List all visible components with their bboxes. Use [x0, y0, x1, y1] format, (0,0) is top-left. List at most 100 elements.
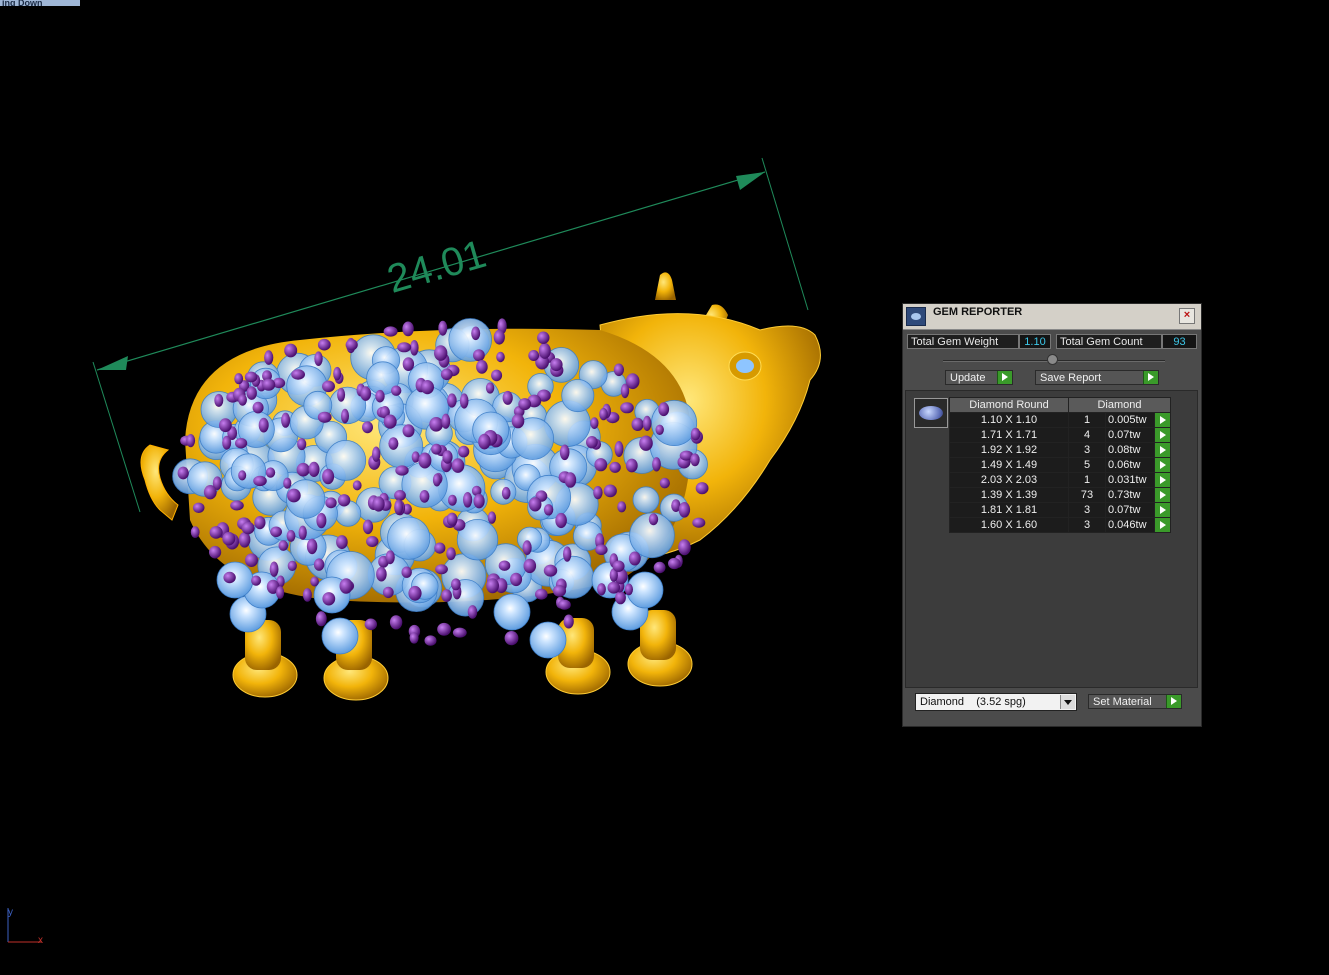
table-row[interactable]: 1.92 X 1.92 3 0.08tw — [949, 442, 1171, 458]
prong-bead — [382, 586, 394, 599]
prong-bead — [397, 342, 412, 353]
prong-bead — [402, 321, 414, 337]
chevron-down-icon[interactable] — [1060, 695, 1075, 709]
prong-bead — [432, 473, 441, 487]
gem-stone[interactable] — [448, 318, 493, 362]
gem-count: 1 — [1068, 472, 1106, 488]
prong-bead — [395, 465, 409, 476]
prong-bead — [322, 592, 336, 606]
prong-bead — [478, 433, 491, 450]
prong-bead — [316, 512, 327, 529]
prong-bead — [286, 530, 296, 542]
row-select-icon[interactable] — [1154, 412, 1171, 428]
collapse-handle[interactable] — [1047, 354, 1058, 365]
prong-bead — [467, 605, 478, 619]
row-select-icon[interactable] — [1154, 487, 1171, 503]
table-row[interactable]: 1.39 X 1.39 73 0.73tw — [949, 487, 1171, 503]
prong-bead — [658, 402, 670, 417]
prong-bead — [308, 461, 320, 477]
prong-bead — [537, 331, 550, 344]
prong-bead — [366, 536, 379, 547]
prong-bead — [315, 611, 327, 627]
set-material-button[interactable]: Set Material — [1088, 694, 1182, 709]
prong-bead — [613, 363, 625, 377]
gem-stone[interactable] — [651, 399, 698, 446]
prong-bead — [563, 546, 572, 562]
update-button[interactable]: Update — [945, 370, 1013, 385]
prong-bead — [504, 631, 519, 646]
row-select-icon[interactable] — [1154, 502, 1171, 518]
update-button-label: Update — [950, 372, 986, 384]
prong-bead — [325, 497, 337, 509]
prong-bead — [476, 360, 488, 374]
prong-bead — [441, 413, 451, 429]
prong-bead — [264, 350, 274, 365]
prong-bead — [559, 444, 570, 461]
prong-bead — [543, 504, 554, 516]
prong-bead — [435, 564, 448, 575]
save-report-button[interactable]: Save Report — [1035, 370, 1159, 385]
table-row[interactable]: 1.10 X 1.10 1 0.005tw — [949, 412, 1171, 428]
prong-bead — [339, 578, 353, 594]
prong-bead — [298, 525, 307, 540]
prong-bead — [418, 452, 432, 469]
prong-bead — [296, 462, 310, 477]
row-select-icon[interactable] — [1154, 442, 1171, 458]
prong-bead — [333, 366, 342, 381]
prong-bead — [528, 350, 540, 361]
material-select[interactable]: Diamond (3.52 spg) — [915, 693, 1077, 711]
prong-bead — [631, 417, 644, 431]
prong-bead — [278, 540, 289, 551]
prong-bead — [594, 458, 608, 472]
prong-bead — [391, 385, 402, 396]
gem-weight: 0.005tw — [1105, 412, 1155, 428]
gem-stone[interactable] — [529, 621, 567, 659]
gem-stone[interactable] — [561, 379, 595, 413]
prong-bead — [360, 386, 372, 401]
prong-bead — [593, 486, 603, 500]
prong-bead — [383, 414, 397, 429]
gem-reporter-titlebar[interactable]: GEM REPORTER × — [903, 304, 1201, 330]
table-row[interactable]: 2.03 X 2.03 1 0.031tw — [949, 472, 1171, 488]
prong-bead — [375, 389, 385, 403]
gem-table: Diamond Round Diamond 1.10 X 1.10 1 0.005t… — [949, 397, 1171, 533]
prong-bead — [401, 566, 412, 578]
prong-bead — [429, 417, 444, 432]
table-row[interactable]: 1.49 X 1.49 5 0.06tw — [949, 457, 1171, 473]
gem-weight: 0.07tw — [1105, 502, 1155, 518]
prong-bead — [219, 418, 232, 433]
prong-bead — [678, 539, 691, 556]
row-select-icon[interactable] — [1154, 457, 1171, 473]
row-select-icon[interactable] — [1154, 427, 1171, 443]
gem-count: 3 — [1068, 517, 1106, 533]
prong-bead — [313, 558, 325, 571]
prong-bead — [270, 526, 282, 538]
close-icon[interactable]: × — [1179, 308, 1195, 324]
prong-bead — [668, 557, 681, 570]
gem-stone[interactable] — [493, 593, 531, 631]
table-row[interactable]: 1.71 X 1.71 4 0.07tw — [949, 427, 1171, 443]
gem-stone[interactable] — [632, 486, 660, 514]
diamond-round-icon[interactable] — [914, 398, 948, 428]
prong-bead — [251, 575, 262, 586]
row-select-icon[interactable] — [1154, 517, 1171, 533]
prong-bead — [419, 490, 430, 503]
gem-count: 3 — [1068, 442, 1106, 458]
prong-bead — [438, 320, 448, 336]
prong-bead — [441, 589, 452, 602]
prong-bead — [523, 558, 537, 574]
table-row[interactable]: 1.81 X 1.81 3 0.07tw — [949, 502, 1171, 518]
gem-stone[interactable] — [321, 617, 359, 655]
table-row[interactable]: 1.60 X 1.60 3 0.046tw — [949, 517, 1171, 533]
prong-bead — [244, 371, 258, 383]
prong-bead — [648, 513, 659, 526]
prong-bead — [284, 343, 298, 358]
gem-reporter-app-icon — [906, 307, 926, 326]
row-select-icon[interactable] — [1154, 472, 1171, 488]
prong-bead — [543, 564, 558, 577]
prong-bead — [597, 583, 606, 596]
gem-weight: 0.031tw — [1105, 472, 1155, 488]
dimension-label: 24.01 — [383, 232, 491, 302]
total-weight-value: 1.10 — [1019, 334, 1051, 349]
gem-size: 2.03 X 2.03 — [949, 472, 1069, 488]
